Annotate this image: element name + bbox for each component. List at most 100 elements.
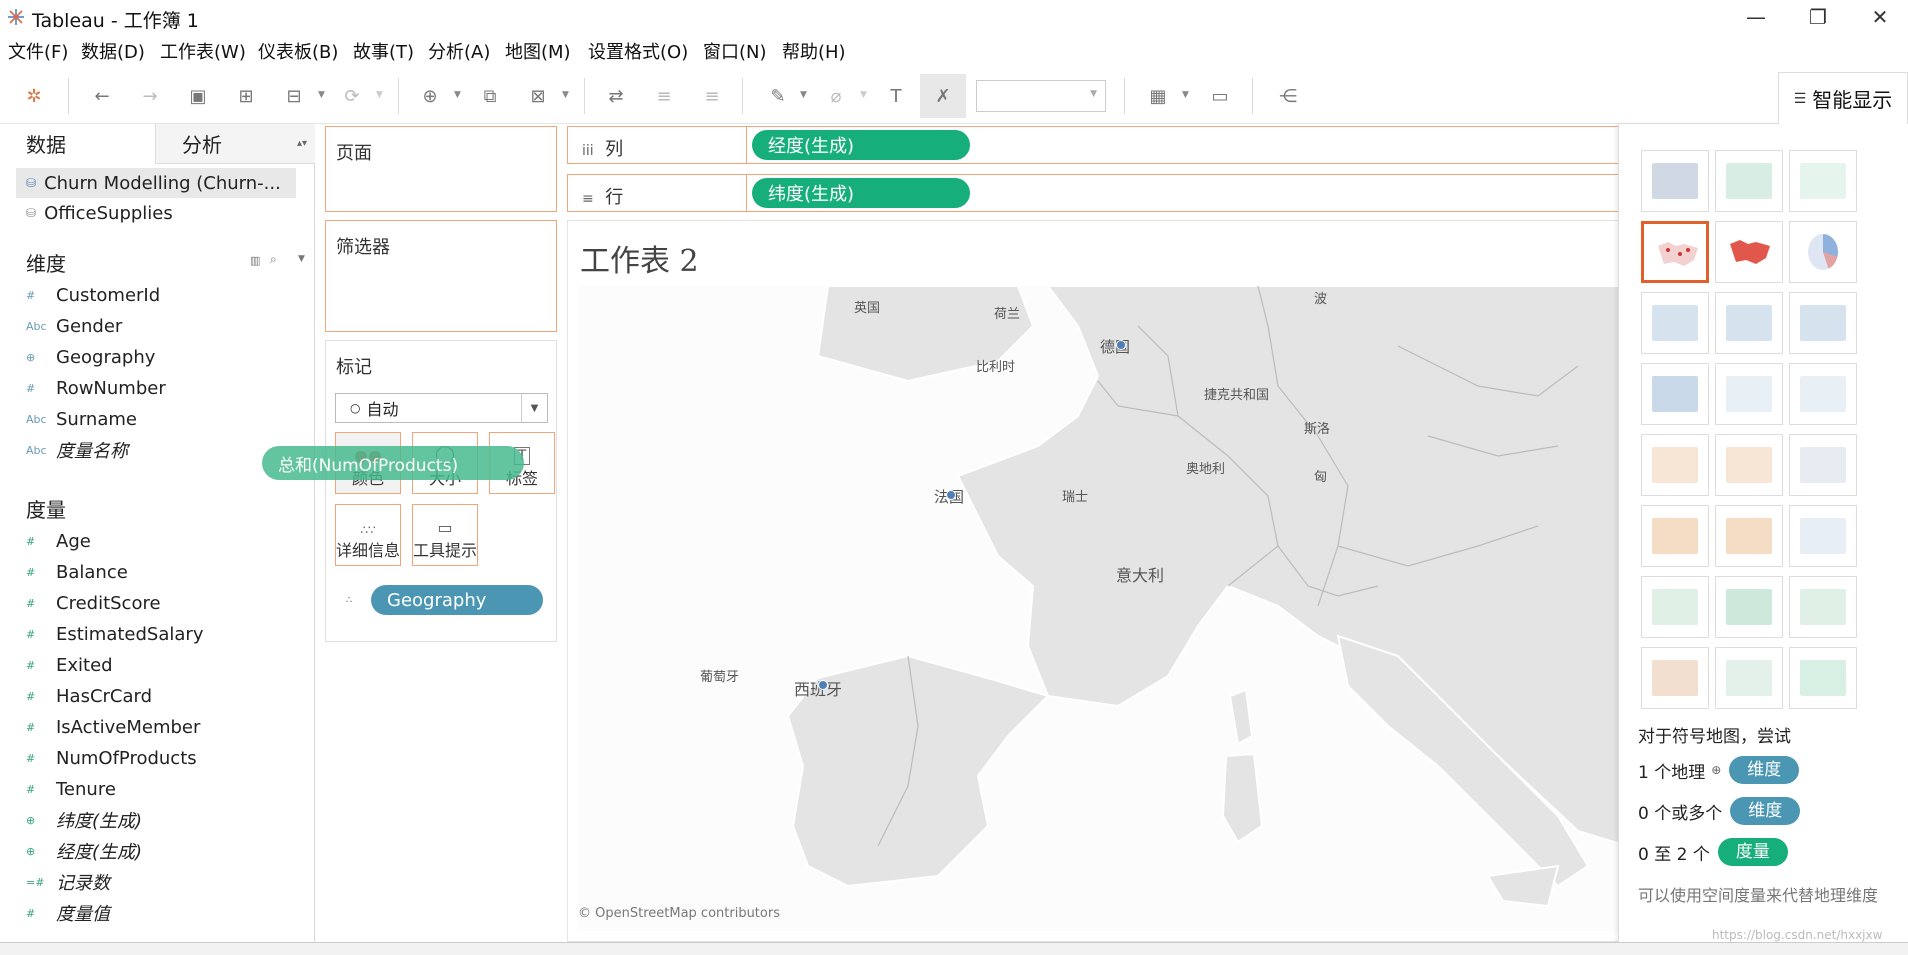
chevron-down-icon[interactable]: ▼ — [298, 254, 305, 264]
longitude-pill[interactable]: 经度(生成) — [752, 130, 970, 160]
chart-type-area-discrete-button[interactable] — [1715, 505, 1783, 567]
menu-story[interactable]: 故事(T) — [353, 38, 414, 64]
sort-ascending-icon[interactable]: ≡ — [652, 84, 676, 108]
duplicate-sheet-icon[interactable]: ⧉ — [478, 84, 502, 108]
pages-shelf[interactable]: 页面 — [325, 126, 557, 212]
chart-type-area-continuous-button[interactable] — [1641, 505, 1709, 567]
map-attribution[interactable]: © OpenStreetMap contributors — [578, 906, 780, 921]
menu-data[interactable]: 数据(D) — [81, 38, 145, 64]
rows-shelf[interactable]: ≡ 行 纬度(生成) — [567, 174, 1627, 212]
group-members-icon[interactable]: ⌀ — [824, 84, 848, 108]
share-icon[interactable]: ⋲ — [1276, 84, 1300, 108]
menu-window[interactable]: 窗口(N) — [703, 38, 767, 64]
chevron-down-icon[interactable]: ▼ — [521, 394, 547, 422]
chart-type-side-by-side-circles-button[interactable] — [1789, 363, 1857, 425]
latitude-pill[interactable]: 纬度(生成) — [752, 178, 970, 208]
search-icon[interactable]: ⌕ — [270, 252, 277, 267]
measure-field[interactable]: # Balance — [26, 557, 128, 587]
chart-type-dual-lines-button[interactable] — [1789, 434, 1857, 496]
fix-axes-icon[interactable]: ✗ — [920, 74, 966, 118]
chart-type-packed-bubbles-button[interactable] — [1789, 647, 1857, 709]
chart-type-scatter-plot-button[interactable] — [1641, 576, 1709, 638]
dimension-field[interactable]: # CustomerId — [26, 280, 160, 310]
minimize-button[interactable]: — — [1728, 2, 1784, 32]
dragged-measure-pill[interactable]: 总和(NumOfProducts) — [262, 446, 524, 480]
tooltip-button[interactable]: ▭ 工具提示 — [412, 504, 478, 566]
measure-field[interactable]: # Age — [26, 526, 91, 556]
highlight-icon[interactable]: ✎ — [766, 84, 790, 108]
chart-type-horizontal-bars-button[interactable] — [1641, 292, 1709, 354]
sort-descending-icon[interactable]: ≡ — [700, 84, 724, 108]
chart-type-treemap-button[interactable] — [1641, 363, 1709, 425]
chevron-down-icon[interactable]: ▼ — [376, 90, 383, 100]
tab-data[interactable]: 数据 — [0, 124, 155, 164]
measure-field[interactable]: # IsActiveMember — [26, 712, 200, 742]
menu-map[interactable]: 地图(M) — [505, 38, 571, 64]
menu-dashboard[interactable]: 仪表板(B) — [258, 38, 338, 64]
measure-field[interactable]: # Exited — [26, 650, 113, 680]
datasource-churn[interactable]: ⛁ Churn Modelling (Churn-... — [16, 168, 296, 198]
chart-type-symbol-map-button[interactable] — [1641, 221, 1709, 283]
columns-shelf[interactable]: iii 列 经度(生成) — [567, 126, 1627, 164]
menu-analysis[interactable]: 分析(A) — [428, 38, 490, 64]
geography-mark-spain[interactable] — [818, 680, 828, 690]
new-worksheet-icon[interactable]: ⊕ — [418, 84, 442, 108]
tab-analysis[interactable]: 分析 ▴▾ — [155, 124, 315, 164]
close-button[interactable]: ✕ — [1852, 2, 1908, 32]
chart-type-side-by-side-bars-button[interactable] — [1789, 292, 1857, 354]
presentation-mode-icon[interactable]: ▭ — [1208, 84, 1232, 108]
datasource-officesupplies[interactable]: ⛁ OfficeSupplies — [16, 198, 296, 228]
chart-type-box-whisker-button[interactable] — [1789, 576, 1857, 638]
chart-type-line-continuous-button[interactable] — [1641, 434, 1709, 496]
measure-field[interactable]: # NumOfProducts — [26, 743, 197, 773]
chart-type-circle-views-button[interactable] — [1715, 363, 1783, 425]
menu-worksheet[interactable]: 工作表(W) — [160, 38, 246, 64]
refresh-icon[interactable]: ⟳ — [340, 84, 364, 108]
chevron-down-icon[interactable]: ▼ — [1182, 90, 1189, 100]
chevron-down-icon[interactable]: ▼ — [454, 90, 461, 100]
measure-field[interactable]: =# 记录数 — [26, 867, 110, 897]
chevron-down-icon[interactable]: ▼ — [318, 90, 325, 100]
chart-type-filled-map-button[interactable] — [1715, 221, 1783, 283]
dimension-field[interactable]: Abc Gender — [26, 311, 122, 341]
swap-rows-columns-icon[interactable]: ⇄ — [604, 84, 628, 108]
show-me-tab[interactable]: ☰ 智能显示 — [1778, 72, 1908, 124]
chart-type-line-discrete-button[interactable] — [1715, 434, 1783, 496]
measure-field[interactable]: # HasCrCard — [26, 681, 152, 711]
menu-help[interactable]: 帮助(H) — [782, 38, 846, 64]
show-mark-labels-icon[interactable]: T — [884, 84, 908, 108]
filters-shelf[interactable]: 筛选器 — [325, 220, 557, 332]
chart-type-histogram-button[interactable] — [1715, 576, 1783, 638]
fit-select[interactable]: ▼ — [976, 80, 1106, 112]
clear-sheet-icon[interactable]: ⊠ — [526, 84, 550, 108]
save-icon[interactable]: ▣ — [186, 84, 210, 108]
measure-field[interactable]: ⊕ 纬度(生成) — [26, 805, 142, 835]
map-view[interactable]: 英国 荷兰 比利时 德国 捷克共和国 斯洛 法国 瑞士 奥地利 意大利 葡萄牙 … — [578, 286, 1627, 931]
chart-type-heat-map-button[interactable] — [1715, 150, 1783, 212]
pause-updates-icon[interactable]: ⊟ — [282, 84, 306, 108]
chart-type-bullet-graph-button[interactable] — [1715, 647, 1783, 709]
measure-field[interactable]: # EstimatedSalary — [26, 619, 203, 649]
chart-type-pie-chart-button[interactable] — [1789, 221, 1857, 283]
detail-button[interactable]: ∴∵ 详细信息 — [335, 504, 401, 566]
chart-type-text-table-button[interactable] — [1641, 150, 1709, 212]
measure-field[interactable]: # Tenure — [26, 774, 116, 804]
chevron-down-icon[interactable]: ▼ — [860, 90, 867, 100]
dimension-field[interactable]: ⊕ Geography — [26, 342, 155, 372]
chart-type-gantt-chart-button[interactable] — [1641, 647, 1709, 709]
chevron-down-icon[interactable]: ▼ — [562, 90, 569, 100]
sheet-title[interactable]: 工作表 2 — [580, 236, 699, 280]
menu-file[interactable]: 文件(F) — [8, 38, 68, 64]
measure-field[interactable]: # 度量值 — [26, 898, 110, 928]
chevron-down-icon[interactable]: ▼ — [800, 90, 807, 100]
geography-mark-france[interactable] — [946, 490, 956, 500]
chart-type-dual-combination-button[interactable] — [1789, 505, 1857, 567]
tableau-home-icon[interactable]: ✲ — [22, 84, 46, 108]
chart-type-highlight-table-button[interactable] — [1789, 150, 1857, 212]
dimension-field[interactable]: Abc Surname — [26, 404, 137, 434]
undo-icon[interactable]: ← — [90, 84, 114, 108]
sheet-tabs-bar[interactable] — [0, 942, 1908, 955]
measure-field[interactable]: ⊕ 经度(生成) — [26, 836, 142, 866]
measure-field[interactable]: # CreditScore — [26, 588, 161, 618]
new-datasource-icon[interactable]: ⊞ — [234, 84, 258, 108]
